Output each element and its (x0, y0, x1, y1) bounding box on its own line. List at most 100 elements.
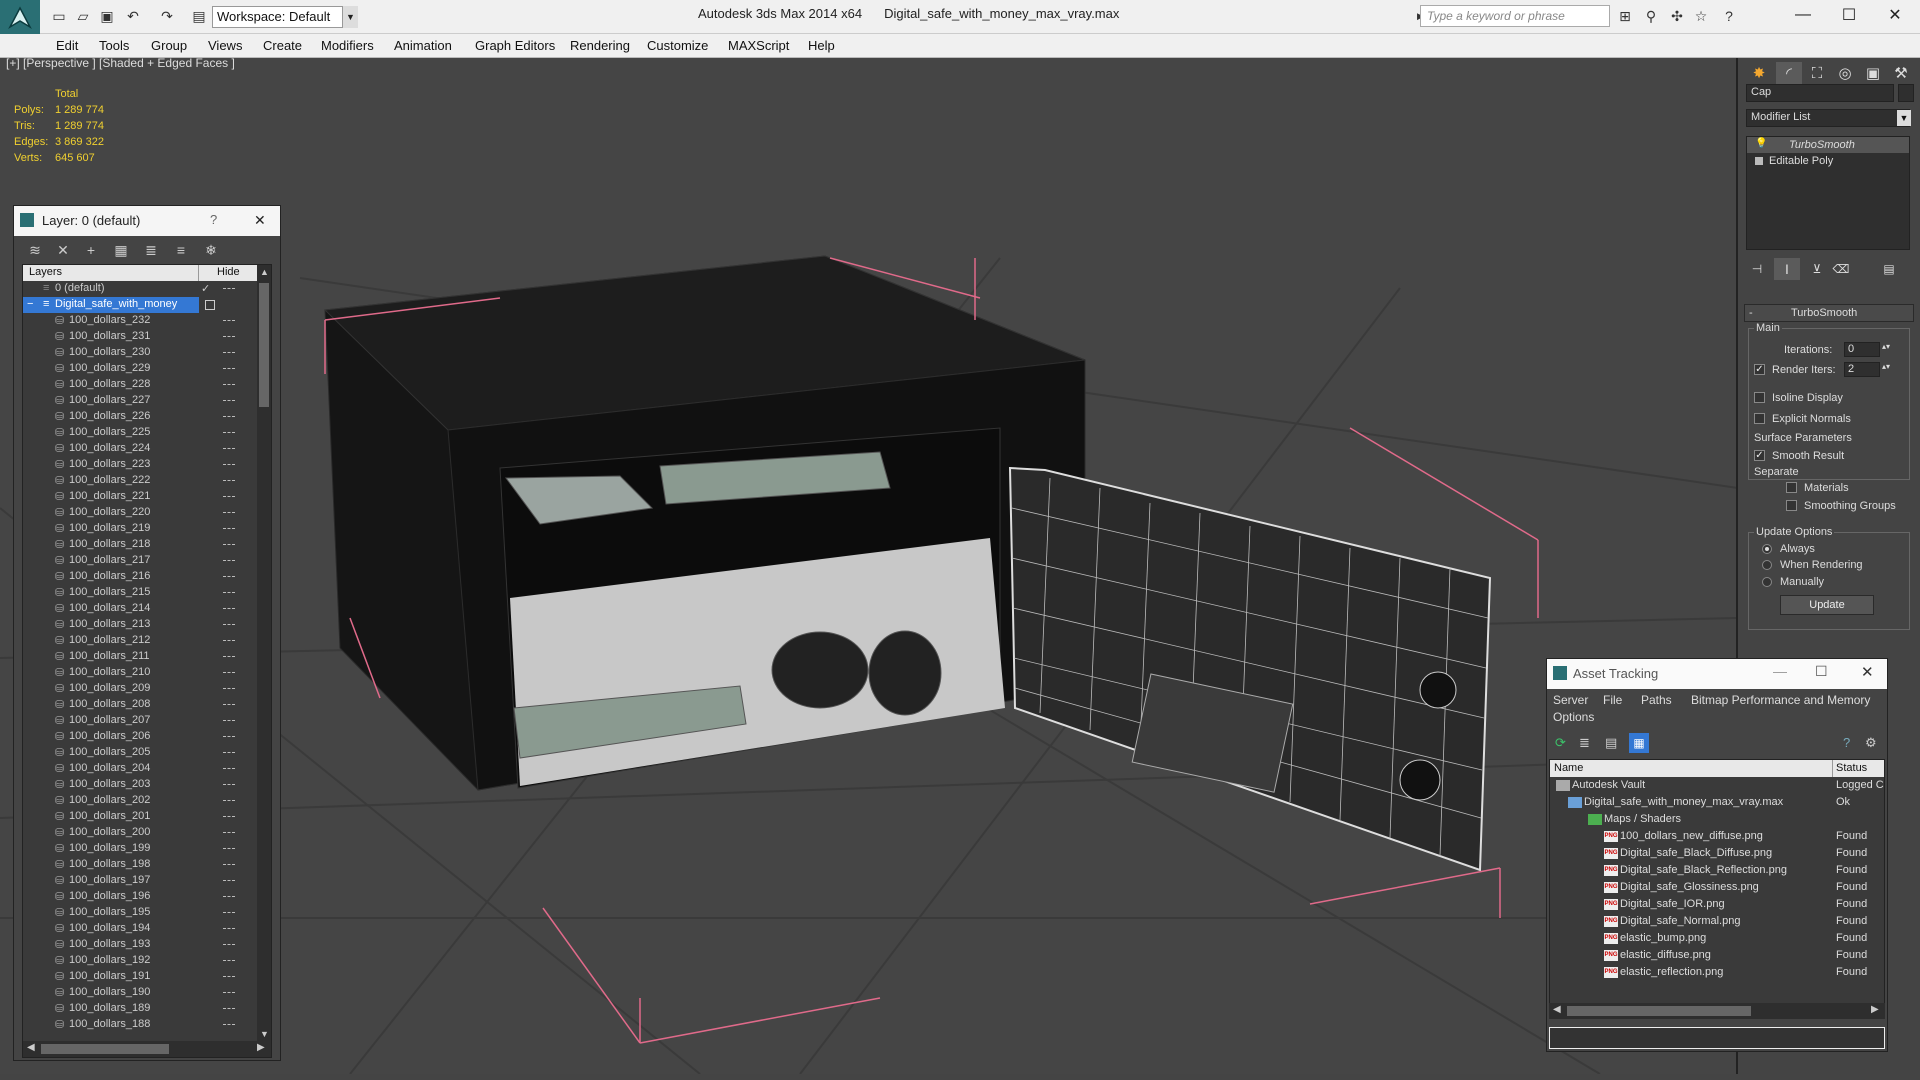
asset-tracking-titlebar[interactable]: Asset Tracking — ☐ ✕ (1547, 659, 1887, 689)
asset-row[interactable]: PNG Digital_safe_IOR.png Found (1550, 896, 1884, 913)
layer-object-row[interactable]: ⛁ 100_dollars_193 (23, 937, 257, 953)
layer-object-row[interactable]: ⛁ 100_dollars_189 (23, 1001, 257, 1017)
hide-toggle[interactable] (223, 736, 235, 737)
menu-customize[interactable]: Customize (647, 38, 708, 53)
menu-animation[interactable]: Animation (394, 38, 452, 53)
layer-object-row[interactable]: ⛁ 100_dollars_211 (23, 649, 257, 665)
layer-object-row[interactable]: ⛁ 100_dollars_231 (23, 329, 257, 345)
menu-bitmap-performance[interactable]: Bitmap Performance and Memory (1691, 693, 1870, 707)
lightbulb-icon[interactable]: 💡 (1755, 138, 1767, 149)
menu-tools[interactable]: Tools (99, 38, 129, 53)
layer-object-row[interactable]: ⛁ 100_dollars_213 (23, 617, 257, 633)
layer-object-row[interactable]: ⛁ 100_dollars_203 (23, 777, 257, 793)
layer-object-row[interactable]: ⛁ 100_dollars_208 (23, 697, 257, 713)
layer-object-row[interactable]: ⛁ 100_dollars_200 (23, 825, 257, 841)
hide-toggle[interactable] (223, 1024, 235, 1025)
menu-maxscript[interactable]: MAXScript (728, 38, 789, 53)
layer-object-row[interactable]: ⛁ 100_dollars_214 (23, 601, 257, 617)
hide-toggle[interactable] (223, 592, 235, 593)
help-icon[interactable]: ? (210, 212, 217, 227)
asset-row[interactable]: PNG Digital_safe_Glossiness.png Found (1550, 879, 1884, 896)
hide-toggle[interactable] (223, 368, 235, 369)
object-name-field[interactable]: Cap (1746, 84, 1894, 102)
hide-toggle[interactable] (223, 848, 235, 849)
hide-toggle[interactable] (223, 496, 235, 497)
asset-row[interactable]: PNG Digital_safe_Black_Diffuse.png Found (1550, 845, 1884, 862)
close-icon[interactable]: ✕ (254, 212, 266, 229)
detail-view-icon[interactable]: ▤ (1605, 735, 1617, 751)
hide-toggle[interactable] (223, 640, 235, 641)
menu-views[interactable]: Views (208, 38, 242, 53)
layer-object-row[interactable]: ⛁ 100_dollars_191 (23, 969, 257, 985)
subscription-icon[interactable]: ⚲ (1640, 5, 1662, 27)
hide-toggle[interactable] (223, 656, 235, 657)
binoculars-icon[interactable]: ⊞ (1614, 5, 1636, 27)
menu-server[interactable]: Server (1553, 693, 1588, 707)
layer-object-row[interactable]: ⛁ 100_dollars_196 (23, 889, 257, 905)
viewport-label[interactable]: [+] [Perspective ] [Shaded + Edged Faces… (6, 56, 235, 70)
asset-row[interactable]: PNG elastic_diffuse.png Found (1550, 947, 1884, 964)
path-field[interactable] (1549, 1027, 1885, 1049)
hide-toggle[interactable] (223, 624, 235, 625)
delete-layer-icon[interactable]: ✕ (54, 241, 72, 259)
scroll-left-icon[interactable]: ◀ (27, 1042, 35, 1053)
hide-toggle[interactable] (223, 960, 235, 961)
maximize-icon[interactable]: ☐ (1815, 663, 1828, 680)
asset-row[interactable]: PNG elastic_bump.png Found (1550, 930, 1884, 947)
asset-row[interactable]: PNG Digital_safe_Normal.png Found (1550, 913, 1884, 930)
hide-toggle[interactable] (223, 784, 235, 785)
show-end-result-icon[interactable]: I (1774, 258, 1800, 280)
update-button[interactable]: Update (1780, 595, 1874, 615)
new-file-icon[interactable]: ▭ (48, 5, 70, 27)
layer-object-row[interactable]: ⛁ 100_dollars_206 (23, 729, 257, 745)
hide-toggle[interactable] (223, 336, 235, 337)
layer-object-row[interactable]: ⛁ 100_dollars_197 (23, 873, 257, 889)
scroll-right-icon[interactable]: ▶ (1871, 1004, 1879, 1015)
layer-object-row[interactable]: ⛁ 100_dollars_192 (23, 953, 257, 969)
vertical-scrollbar[interactable]: ▲ ▼ (257, 265, 271, 1041)
collapse-icon[interactable]: − (27, 298, 33, 310)
expand-icon[interactable] (1755, 157, 1763, 165)
hide-toggle[interactable] (223, 1008, 235, 1009)
maximize-icon[interactable]: ☐ (1826, 0, 1872, 30)
col-hide[interactable]: Hide (217, 266, 240, 278)
hide-toggle[interactable] (223, 912, 235, 913)
pin-stack-icon[interactable]: ⊣ (1744, 258, 1770, 280)
layer-object-row[interactable]: ⛁ 100_dollars_209 (23, 681, 257, 697)
help-icon[interactable]: ? (1843, 735, 1850, 750)
hide-toggle[interactable] (223, 608, 235, 609)
layer-object-row[interactable]: ⛁ 100_dollars_215 (23, 585, 257, 601)
layer-row-selected[interactable]: − ≡ Digital_safe_with_money (23, 297, 199, 313)
hide-toggle[interactable] (223, 544, 235, 545)
project-folder-icon[interactable]: ▤ (188, 5, 210, 27)
favorites-icon[interactable]: ☆ (1690, 5, 1712, 27)
hide-toggle[interactable] (223, 688, 235, 689)
col-layers[interactable]: Layers (29, 266, 62, 278)
layer-object-row[interactable]: ⛁ 100_dollars_221 (23, 489, 257, 505)
hide-toggle[interactable] (223, 464, 235, 465)
layer-object-row[interactable]: ⛁ 100_dollars_225 (23, 425, 257, 441)
hide-toggle[interactable] (223, 976, 235, 977)
hide-toggle[interactable] (223, 672, 235, 673)
layer-object-row[interactable]: ⛁ 100_dollars_205 (23, 745, 257, 761)
layer-object-row[interactable]: ⛁ 100_dollars_188 (23, 1017, 257, 1033)
render-iters-spinner[interactable]: 2 (1844, 362, 1880, 377)
menu-create[interactable]: Create (263, 38, 302, 53)
layer-object-row[interactable]: ⛁ 100_dollars_229 (23, 361, 257, 377)
redo-icon[interactable]: ↷ (156, 5, 178, 27)
layer-object-row[interactable]: ⛁ 100_dollars_207 (23, 713, 257, 729)
layer-object-row[interactable]: ⛁ 100_dollars_226 (23, 409, 257, 425)
layer-object-row[interactable]: ⛁ 100_dollars_227 (23, 393, 257, 409)
current-layer-icon[interactable] (205, 300, 215, 310)
scroll-right-icon[interactable]: ▶ (257, 1042, 265, 1053)
menu-group[interactable]: Group (151, 38, 187, 53)
hide-toggle[interactable] (223, 880, 235, 881)
layer-object-row[interactable]: ⛁ 100_dollars_222 (23, 473, 257, 489)
layer-object-row[interactable]: ⛁ 100_dollars_202 (23, 793, 257, 809)
new-layer-icon[interactable]: ≋ (26, 241, 44, 259)
display-tab-icon[interactable]: ▣ (1860, 62, 1886, 84)
hide-toggle[interactable] (223, 432, 235, 433)
asset-row[interactable]: PNG 100_dollars_new_diffuse.png Found (1550, 828, 1884, 845)
refresh-icon[interactable]: ⟳ (1555, 735, 1566, 751)
utilities-tab-icon[interactable]: ⚒ (1888, 62, 1914, 84)
